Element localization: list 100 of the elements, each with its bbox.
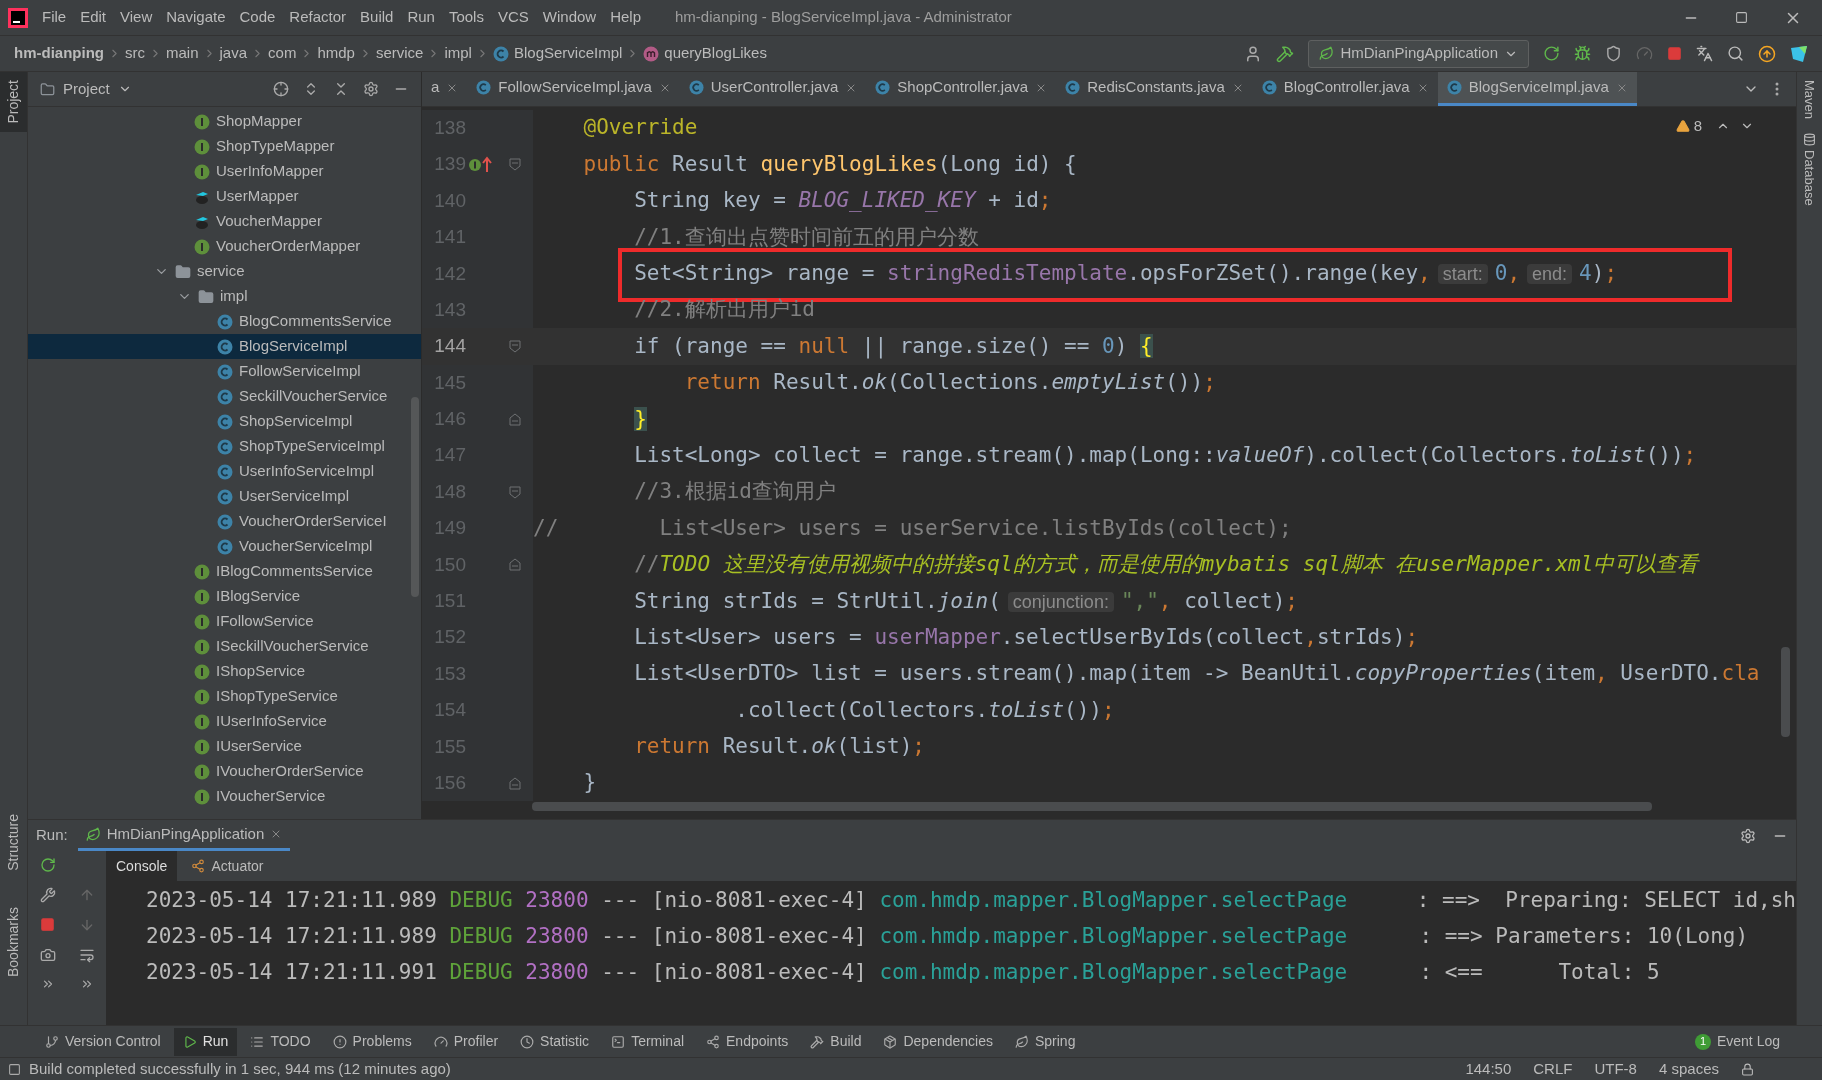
menu-item[interactable]: View — [120, 6, 153, 29]
status-item[interactable]: 144:50 — [1465, 1057, 1512, 1080]
tree-item[interactable]: BlogServiceImpl — [28, 334, 421, 359]
status-item[interactable]: CRLF — [1533, 1057, 1573, 1080]
panel-title[interactable]: Project — [63, 77, 110, 101]
run-config-dropdown[interactable]: HmDianPingApplication — [1308, 39, 1529, 68]
fold-marker-icon[interactable] — [508, 158, 521, 172]
tree-item[interactable]: IShopService — [28, 659, 421, 684]
horizontal-scrollbar[interactable] — [532, 802, 1652, 811]
tree-item[interactable]: IUserInfoService — [28, 709, 421, 734]
gauge-icon[interactable] — [433, 1034, 448, 1049]
package-icon[interactable] — [883, 1034, 898, 1049]
translate-icon[interactable] — [1696, 45, 1713, 62]
settings-icon[interactable] — [363, 81, 379, 97]
tree-item[interactable]: UserMapper — [28, 184, 421, 209]
stop-icon[interactable] — [1667, 46, 1682, 61]
restore-icon[interactable] — [1735, 11, 1748, 24]
tree-item[interactable]: UserInfoServiceImpl — [28, 459, 421, 484]
console-tab[interactable]: Console — [106, 851, 178, 881]
branch-icon[interactable] — [45, 1034, 59, 1049]
tree-item[interactable]: IFollowService — [28, 609, 421, 634]
tool-window-button[interactable]: Build — [801, 1027, 871, 1056]
tool-window-button[interactable]: Dependencies — [874, 1027, 1002, 1056]
breadcrumb-item[interactable]: queryBlogLikes — [664, 42, 767, 65]
fold-marker-icon[interactable] — [508, 485, 521, 499]
tree-item[interactable]: VoucherOrderServiceI — [28, 509, 421, 534]
console-tab[interactable]: Actuator — [181, 851, 274, 881]
tree-item[interactable]: service — [28, 259, 421, 284]
tree-item[interactable]: ShopServiceImpl — [28, 409, 421, 434]
editor-tab[interactable]: UserController.java — [679, 72, 867, 106]
fold-marker-icon[interactable] — [508, 412, 521, 426]
scrollbar[interactable] — [411, 397, 419, 597]
tool-window-button[interactable]: Spring — [1005, 1027, 1085, 1056]
rerun-icon[interactable] — [1543, 45, 1560, 62]
stop-icon[interactable] — [40, 917, 55, 932]
more-icon[interactable] — [1775, 82, 1779, 96]
tree-item[interactable]: SeckillVoucherService — [28, 384, 421, 409]
alert-icon[interactable] — [332, 1034, 347, 1049]
leaf-icon[interactable] — [1014, 1034, 1029, 1049]
tree-item[interactable]: UserServiceImpl — [28, 484, 421, 509]
tree-item[interactable]: UserInfoMapper — [28, 159, 421, 184]
lock-icon[interactable] — [1741, 1062, 1754, 1076]
tree-item[interactable]: IVoucherOrderService — [28, 759, 421, 784]
tool-window-tab[interactable]: Project — [0, 72, 27, 132]
wrap-icon[interactable] — [78, 947, 95, 963]
breadcrumb-item[interactable]: hmdp — [317, 42, 355, 65]
status-item[interactable]: 4 spaces — [1658, 1057, 1719, 1080]
tool-window-button[interactable]: Run — [173, 1027, 238, 1056]
tree-item[interactable]: IBlogService — [28, 584, 421, 609]
hammer-icon[interactable] — [810, 1034, 825, 1049]
hammer-icon[interactable] — [1276, 44, 1295, 63]
menu-item[interactable]: Navigate — [166, 6, 226, 29]
bug-icon[interactable] — [1574, 45, 1591, 62]
tree-item[interactable]: impl — [28, 284, 421, 309]
tool-window-tab[interactable]: Maven — [1799, 80, 1820, 120]
breadcrumb-item[interactable]: impl — [444, 42, 472, 65]
editor-tab[interactable]: BlogServiceImpl.java — [1437, 72, 1637, 106]
editor-tab[interactable]: BlogController.java — [1252, 72, 1438, 106]
menu-item[interactable]: Edit — [80, 6, 107, 29]
layout-icon[interactable] — [8, 1062, 21, 1076]
warning-indicator[interactable]: 8 — [1675, 115, 1754, 138]
menu-item[interactable]: File — [42, 6, 67, 29]
implements-marker-icon[interactable] — [468, 155, 494, 174]
search-icon[interactable] — [1727, 45, 1744, 62]
tool-window-button[interactable]: Problems — [323, 1027, 421, 1056]
menu-item[interactable]: VCS — [497, 6, 529, 29]
tree-item[interactable]: VoucherOrderMapper — [28, 234, 421, 259]
tool-window-button[interactable]: Version Control — [36, 1027, 170, 1056]
breadcrumb-item[interactable]: hm-dianping — [14, 42, 104, 65]
tree-item[interactable]: ISeckillVoucherService — [28, 634, 421, 659]
tree-item[interactable]: IBlogCommentsService — [28, 559, 421, 584]
editor-tab[interactable]: a — [422, 72, 468, 106]
vertical-scrollbar[interactable] — [1781, 647, 1790, 737]
menu-item[interactable]: Help — [610, 6, 642, 29]
tool-window-button[interactable]: TODO — [241, 1027, 320, 1056]
tree-item[interactable]: IShopTypeService — [28, 684, 421, 709]
tool-window-tab[interactable]: Structure — [0, 806, 27, 879]
breadcrumb-item[interactable]: java — [219, 42, 248, 65]
update-icon[interactable] — [1758, 44, 1776, 63]
fold-marker-icon[interactable] — [508, 340, 521, 354]
settings-icon[interactable] — [1740, 827, 1756, 844]
breadcrumb-item[interactable]: com — [268, 42, 297, 65]
tree-item[interactable]: ShopTypeServiceImpl — [28, 434, 421, 459]
tree-item[interactable]: IUserService — [28, 734, 421, 759]
tree-item[interactable]: ShopTypeMapper — [28, 134, 421, 159]
fold-marker-icon[interactable] — [508, 558, 521, 572]
breadcrumb-item[interactable]: BlogServiceImpl — [513, 42, 623, 65]
tree-item[interactable]: VoucherServiceImpl — [28, 534, 421, 559]
tool-window-tab[interactable]: Database — [1799, 133, 1820, 206]
tree-item[interactable]: BlogCommentsService — [28, 309, 421, 334]
clock-icon[interactable] — [520, 1034, 535, 1049]
shield-icon[interactable] — [1605, 45, 1622, 62]
camera-icon[interactable] — [39, 947, 56, 963]
tool-window-button[interactable]: Statistic — [511, 1027, 599, 1056]
editor-tab[interactable]: RedisConstants.java — [1056, 72, 1253, 106]
share-icon[interactable] — [706, 1034, 721, 1049]
wrench-icon[interactable] — [39, 887, 56, 903]
menu-item[interactable]: Window — [542, 6, 597, 29]
editor-tab[interactable]: ShopController.java — [866, 72, 1057, 106]
tool-window-button[interactable]: Profiler — [424, 1027, 508, 1056]
